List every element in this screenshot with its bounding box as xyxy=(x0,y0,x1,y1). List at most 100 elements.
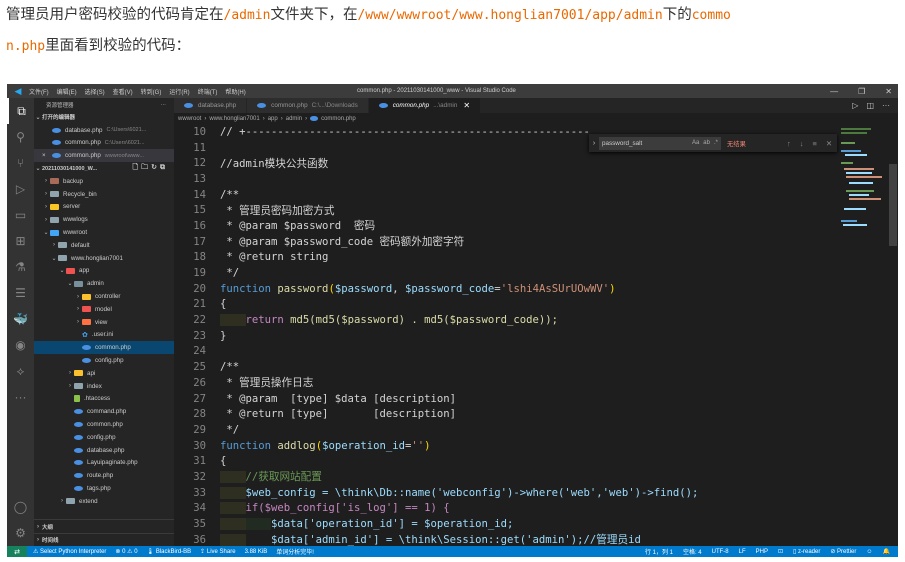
tab-common-php-downloads[interactable]: common.php C:\...\Downloads xyxy=(247,98,369,113)
language-mode-item[interactable]: PHP xyxy=(756,549,768,555)
split-editor-icon[interactable]: ◫ xyxy=(866,101,874,110)
outline-list-icon[interactable]: ☰ xyxy=(7,280,34,306)
outline-section[interactable]: › 大纲 xyxy=(34,520,174,533)
account-icon[interactable]: ◯ xyxy=(7,494,34,520)
tabnine-icon[interactable]: ◉ xyxy=(7,332,34,358)
tab-database-php[interactable]: database.php xyxy=(174,98,248,113)
tree-item-common-php-selected[interactable]: common.php xyxy=(34,341,174,355)
open-editor-item[interactable]: common.php C:\Users\6021... xyxy=(34,137,174,150)
explorer-icon[interactable]: ⧉ xyxy=(7,98,34,124)
explorer-actions[interactable]: 🗋🗀↻⧉ xyxy=(133,163,169,174)
open-editors-section[interactable]: ⌄ 打开的编辑器 xyxy=(34,111,174,124)
tree-item-user-ini[interactable]: ✿ .user.ini xyxy=(34,329,174,342)
tree-item-extend[interactable]: › extend xyxy=(34,495,174,508)
indentation-item[interactable]: 空格: 4 xyxy=(683,547,702,556)
toggle-replace-icon[interactable]: › xyxy=(589,140,599,147)
match-case-toggle[interactable]: Aa xyxy=(692,140,699,146)
previous-match-icon[interactable]: ↑ xyxy=(787,139,791,148)
tree-item-config-php[interactable]: config.php xyxy=(34,431,174,444)
breadcrumb-item[interactable]: wwwroot xyxy=(178,116,201,122)
timeline-section[interactable]: › 时间线 xyxy=(34,533,174,546)
open-editor-item-active[interactable]: × common.php wwwroot\www... xyxy=(34,149,174,163)
explorer-more-button[interactable]: ··· xyxy=(161,102,167,108)
code-editor[interactable]: 10// +----------------------------------… xyxy=(174,124,839,546)
more-icon[interactable]: ··· xyxy=(7,384,34,410)
tree-item-view[interactable]: › view xyxy=(34,316,174,329)
more-actions-icon[interactable]: ··· xyxy=(882,101,890,110)
tree-item-admin[interactable]: ⌄ admin xyxy=(34,277,174,290)
close-find-icon[interactable]: ✕ xyxy=(826,139,832,148)
docker-icon[interactable]: 🐳 xyxy=(7,306,34,332)
close-tab-icon[interactable]: ✕ xyxy=(463,101,470,110)
minimize-button[interactable]: — xyxy=(830,87,838,96)
tree-item-database-php[interactable]: database.php xyxy=(34,444,174,457)
workspace-section[interactable]: ⌄ 20211030141000_W... 🗋🗀↻⧉ xyxy=(34,162,174,175)
remote-explorer-icon[interactable]: ▭ xyxy=(7,202,34,228)
tree-item-htaccess[interactable]: .htaccess xyxy=(34,393,174,406)
close-icon[interactable]: × xyxy=(42,152,52,159)
find-in-selection-icon[interactable]: ≡ xyxy=(813,139,817,148)
tree-item-api[interactable]: › api xyxy=(34,367,174,380)
regex-toggle[interactable]: .* xyxy=(714,140,718,146)
tree-item-default[interactable]: › default xyxy=(34,239,174,252)
testing-icon[interactable]: ⚗ xyxy=(7,254,34,280)
tree-item-backup[interactable]: › backup xyxy=(34,175,174,188)
menu-view[interactable]: 查看(V) xyxy=(113,90,133,96)
tab-common-php-admin[interactable]: common.php ...\admin ✕ xyxy=(368,98,482,113)
encoding-item[interactable]: UTF-8 xyxy=(712,549,729,555)
tree-item-command-php[interactable]: command.php xyxy=(34,405,174,418)
live-share-item[interactable]: ⇪ Live Share xyxy=(200,548,235,555)
feedback-icon[interactable]: ☺ xyxy=(866,549,872,555)
tree-item-index[interactable]: › index xyxy=(34,380,174,393)
next-match-icon[interactable]: ↓ xyxy=(800,139,804,148)
eol-item[interactable]: LF xyxy=(739,549,746,555)
z-reader-item[interactable]: ▯ z-reader xyxy=(793,548,820,555)
remote-icon[interactable]: ⇄ xyxy=(7,546,27,557)
notifications-icon[interactable]: 🔔 xyxy=(883,548,890,555)
scrollbar-thumb[interactable] xyxy=(889,164,897,246)
tree-item-controller[interactable]: › controller xyxy=(34,290,174,303)
tree-item-server[interactable]: › server xyxy=(34,201,174,214)
tree-item-model[interactable]: › model xyxy=(34,303,174,316)
search-icon[interactable]: ⚲ xyxy=(7,124,34,150)
close-button[interactable]: ✕ xyxy=(885,87,892,96)
tree-item-wwwroot[interactable]: ⌄ wwwroot xyxy=(34,226,174,239)
cursor-position-item[interactable]: 行 1，列 1 xyxy=(645,547,673,556)
find-input[interactable]: password_salt Aa ab .* xyxy=(599,136,721,150)
breadcrumb-item[interactable]: common.php xyxy=(321,116,356,122)
vertical-scrollbar[interactable] xyxy=(888,124,898,546)
python-interpreter-item[interactable]: ⚠ Select Python Interpreter xyxy=(33,548,106,555)
tree-item-honglian[interactable]: ⌄ www.honglian7001 xyxy=(34,252,174,265)
gitlens-icon[interactable]: ⟡ xyxy=(7,358,34,384)
tree-item-wwwlogs[interactable]: › wwwlogs xyxy=(34,213,174,226)
terminal-icon[interactable]: ⊡ xyxy=(778,548,783,555)
blackbird-item[interactable]: 🌡 BlackBird-BB xyxy=(147,548,192,555)
tree-item-recycle-bin[interactable]: › Recycle_bin xyxy=(34,188,174,201)
extensions-icon[interactable]: ⊞ xyxy=(7,228,34,254)
menu-edit[interactable]: 编辑(E) xyxy=(57,90,77,96)
menu-file[interactable]: 文件(F) xyxy=(29,90,49,96)
menu-terminal[interactable]: 终端(T) xyxy=(198,90,218,96)
whole-word-toggle[interactable]: ab xyxy=(703,140,710,146)
breadcrumb-item[interactable]: app xyxy=(268,116,278,122)
tree-item-tags-php[interactable]: tags.php xyxy=(34,482,174,495)
tree-item-layuipaginate-php[interactable]: Layuipaginate.php xyxy=(34,457,174,470)
menu-selection[interactable]: 选择(S) xyxy=(85,90,105,96)
open-editor-item[interactable]: database.php C:\Users\6021... xyxy=(34,124,174,137)
menu-run[interactable]: 运行(R) xyxy=(169,90,189,96)
minimap[interactable] xyxy=(841,124,887,264)
tree-item-route-php[interactable]: route.php xyxy=(34,469,174,482)
run-debug-icon[interactable]: ▷ xyxy=(7,176,34,202)
tree-item-common-php[interactable]: common.php xyxy=(34,418,174,431)
menu-help[interactable]: 帮助(H) xyxy=(225,90,245,96)
prettier-item[interactable]: ⊘ Prettier xyxy=(830,548,856,555)
menu-go[interactable]: 转到(G) xyxy=(141,90,162,96)
breadcrumb-item[interactable]: www.honglian7001 xyxy=(209,116,259,122)
settings-gear-icon[interactable]: ⚙ xyxy=(7,520,34,546)
breadcrumb-item[interactable]: admin xyxy=(286,116,302,122)
tree-item-config-php[interactable]: config.php xyxy=(34,354,174,367)
restore-button[interactable]: ❐ xyxy=(858,87,865,96)
source-control-icon[interactable]: ⑂ xyxy=(7,150,34,176)
tree-item-app[interactable]: ⌄ app xyxy=(34,265,174,278)
run-icon[interactable]: ▷ xyxy=(852,101,858,110)
